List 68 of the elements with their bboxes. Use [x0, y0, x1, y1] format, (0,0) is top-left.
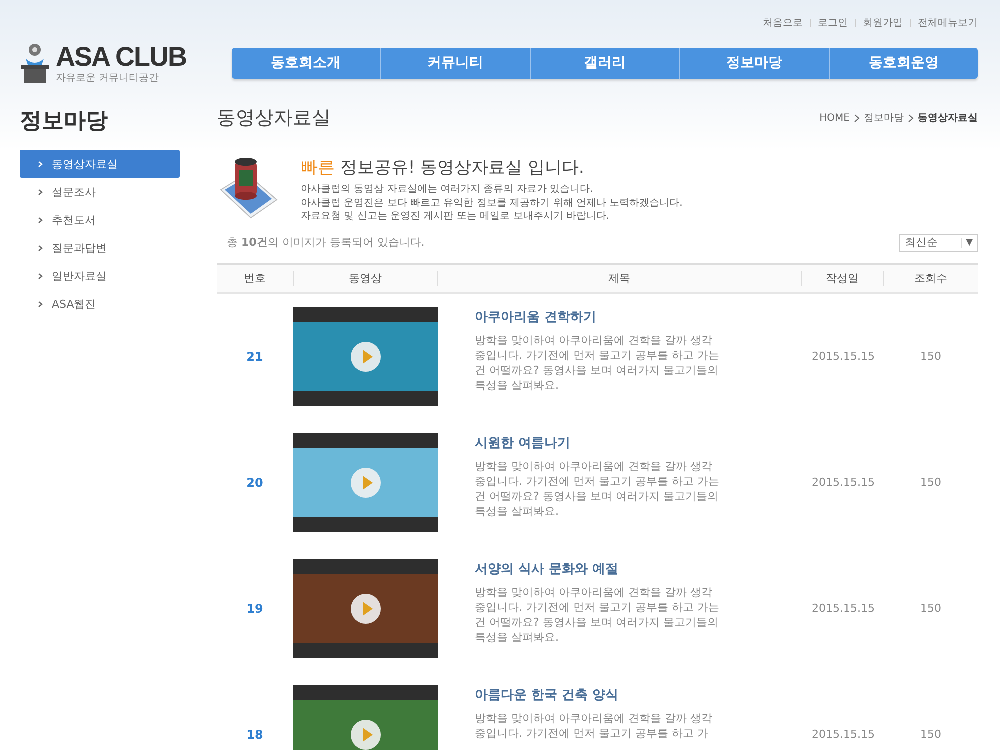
column-header: 작성일 [801, 270, 883, 286]
logo-icon [20, 41, 50, 85]
intro-headline: 빠른 정보공유! 동영상자료실 입니다. [301, 157, 586, 179]
video-thumbnail[interactable] [293, 307, 438, 406]
row-number: 21 [246, 350, 264, 364]
video-title-link[interactable]: 시원한 여름나기 [475, 434, 803, 452]
breadcrumb-link[interactable]: 정보마당 [864, 111, 904, 125]
breadcrumb-link[interactable]: HOME [820, 112, 850, 124]
sidebar-title: 정보마당 [20, 108, 109, 136]
top-link[interactable]: 회원가입 [863, 16, 903, 30]
views-cell-text: 150 [920, 602, 942, 615]
sidebar-item[interactable]: 설문조사 [20, 178, 180, 206]
play-icon[interactable] [350, 718, 382, 750]
nav-tab[interactable]: 동호회소개 [232, 48, 380, 78]
sidebar-item[interactable]: 동영상자료실 [20, 150, 180, 178]
chevron-icon [908, 114, 914, 122]
date-cell-text: 2015.15.15 [811, 476, 876, 489]
nav-tab[interactable]: 동호회운영 [828, 48, 978, 78]
row-number: 19 [246, 602, 264, 616]
logo-subtitle: 자유로운 커뮤니티공간 [56, 72, 160, 85]
chevron-icon [38, 244, 43, 252]
date-cell-text: 2015.15.15 [811, 602, 876, 615]
views-cell-text: 150 [920, 476, 942, 489]
video-description: 방학을 맞이하여 아쿠아리움에 견학을 갈까 생각 중입니다. 가기전에 먼저 물고기 공부를 하고 가는건 어떨까요? 동영사을 보며 여러가지 물고기들의 특성을 살펴봐요. [475, 584, 720, 644]
chevron-icon [38, 216, 43, 224]
play-icon[interactable] [350, 340, 382, 372]
logo-title: ASA CLUB [56, 43, 186, 71]
page-title: 동영상자료실 [217, 106, 331, 131]
views-cell-text: 150 [920, 728, 942, 741]
views-cell-text: 150 [920, 350, 942, 363]
video-description: 방학을 맞이하여 아쿠아리움에 견학을 갈까 생각 중입니다. 가기전에 먼저 물고기 공부를 하고 가는건 어떨까요? 동영사을 보며 여러가지 물고기들의 특성을 살펴봐요. [475, 332, 720, 392]
column-header: 제목 [437, 270, 801, 286]
video-thumbnail[interactable] [293, 559, 438, 658]
result-count: 총 10건의 이미지가 등록되어 있습니다. [227, 235, 425, 250]
nav-tab[interactable]: 갤러리 [530, 48, 680, 78]
chevron-icon [38, 272, 43, 280]
column-header: 동영상 [293, 270, 437, 286]
video-title-link[interactable]: 서양의 식사 문화와 예절 [475, 560, 803, 578]
chevron-icon [854, 114, 860, 122]
row-number: 20 [246, 476, 264, 490]
intro-text: 자료요청 및 신고는 운영진 게시판 또는 메일로 보내주시기 바랍니다. [301, 210, 611, 224]
video-title-link[interactable]: 아쿠아리움 견학하기 [475, 308, 803, 326]
date-cell-text: 2015.15.15 [811, 350, 876, 363]
column-header: 번호 [243, 270, 267, 286]
sidebar-item[interactable]: 추천도서 [20, 206, 180, 234]
nav-tab[interactable]: 커뮤니티 [380, 48, 530, 78]
column-header: 조회수 [883, 270, 978, 286]
video-description: 방학을 맞이하여 아쿠아리움에 견학을 갈까 생각 중입니다. 가기전에 먼저 물고기 공부를 하고 가 [475, 710, 714, 740]
sidebar-item[interactable]: ASA웹진 [20, 290, 180, 318]
breadcrumb-link[interactable]: 동영상자료실 [918, 111, 978, 125]
date-cell-text: 2015.15.15 [811, 728, 876, 741]
row-number: 18 [246, 728, 264, 742]
chevron-icon [38, 160, 43, 168]
video-title-link[interactable]: 아름다운 한국 건축 양식 [475, 686, 803, 704]
sort-dropdown[interactable]: 최신순 ▼ [899, 234, 978, 252]
chevron-icon [38, 188, 43, 196]
video-description: 방학을 맞이하여 아쿠아리움에 견학을 갈까 생각 중입니다. 가기전에 먼저 물고기 공부를 하고 가는건 어떨까요? 동영사을 보며 여러가지 물고기들의 특성을 살펴봐요. [475, 458, 720, 518]
chevron-icon [38, 300, 43, 308]
play-icon[interactable] [350, 592, 382, 624]
video-thumbnail[interactable] [293, 433, 438, 532]
top-link[interactable]: 로그인 [818, 16, 848, 30]
sidebar-item[interactable]: 질문과답변 [20, 234, 180, 262]
nav-tab[interactable]: 정보마당 [679, 48, 829, 78]
intro-text: 아사클럽의 동영상 자료실에는 여러가지 종류의 자료가 있습니다. [301, 183, 594, 196]
top-link[interactable]: 처음으로 [763, 16, 803, 30]
sidebar-item[interactable]: 일반자료실 [20, 262, 180, 290]
top-link[interactable]: 전체메뉴보기 [918, 16, 978, 30]
intro-text: 아사클럽 운영진은 보다 빠르고 유익한 정보를 제공하기 위해 언제나 노력하겠습니다. [301, 196, 683, 210]
